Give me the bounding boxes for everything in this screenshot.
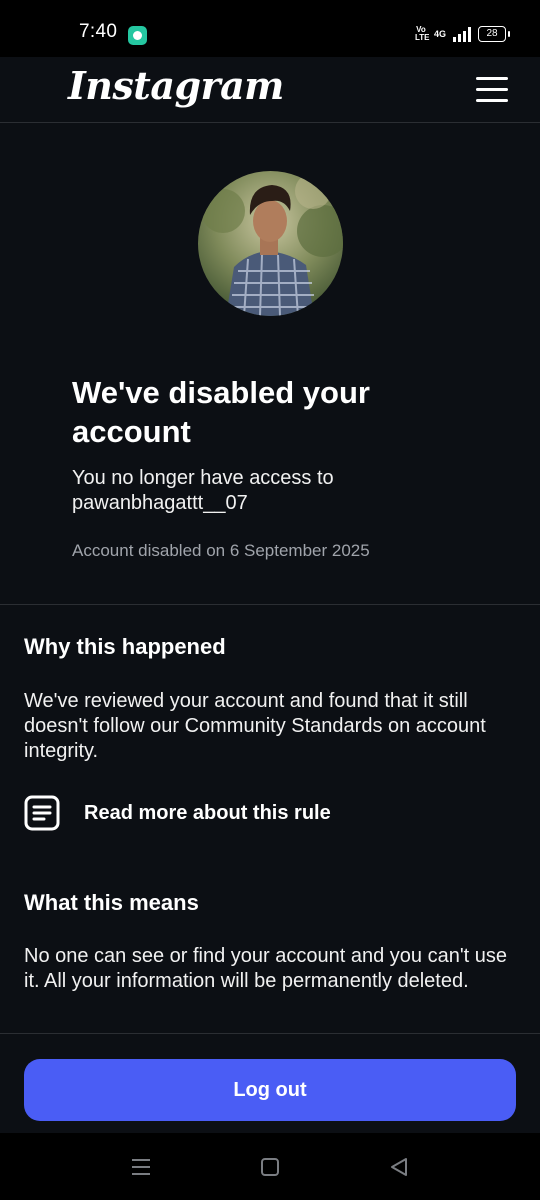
signal-icon	[453, 26, 471, 42]
battery-icon: 28	[478, 26, 510, 42]
document-icon	[24, 795, 60, 831]
instagram-logo[interactable]: Instagram	[68, 63, 284, 108]
logout-button[interactable]: Log out	[24, 1059, 516, 1121]
chat-bubble-icon	[128, 26, 147, 45]
why-heading: Why this happened	[24, 634, 226, 659]
divider	[0, 1033, 540, 1034]
divider	[0, 604, 540, 605]
status-indicators: Vo LTE 4G 28	[414, 24, 510, 44]
means-heading: What this means	[24, 890, 199, 915]
access-message: You no longer have access to pawanbhagat…	[72, 467, 334, 514]
back-icon[interactable]	[384, 1153, 414, 1181]
status-bar: 7:40 Vo LTE 4G 28	[0, 0, 540, 57]
avatar	[198, 171, 343, 316]
status-time: 7:40	[79, 21, 118, 42]
profile-photo	[198, 171, 343, 316]
home-icon[interactable]	[255, 1153, 285, 1181]
volte-indicator: Vo LTE	[414, 26, 430, 42]
disabled-date: Account disabled on 6 September 2025	[72, 541, 370, 560]
why-text: We've reviewed your account and found th…	[24, 690, 486, 762]
app-header: Instagram	[0, 57, 540, 123]
means-text: No one can see or find your account and …	[24, 945, 508, 992]
read-rule-label: Read more about this rule	[84, 802, 331, 824]
battery-level: 28	[486, 28, 498, 39]
hamburger-menu-icon[interactable]	[476, 77, 508, 103]
volte-line2: LTE	[414, 33, 430, 42]
recents-icon[interactable]	[126, 1153, 156, 1181]
system-nav-bar	[0, 1133, 540, 1200]
page-title: We've disabled your account	[72, 375, 370, 449]
network-type: 4G	[433, 29, 446, 39]
read-rule-link[interactable]: Read more about this rule	[24, 793, 424, 833]
